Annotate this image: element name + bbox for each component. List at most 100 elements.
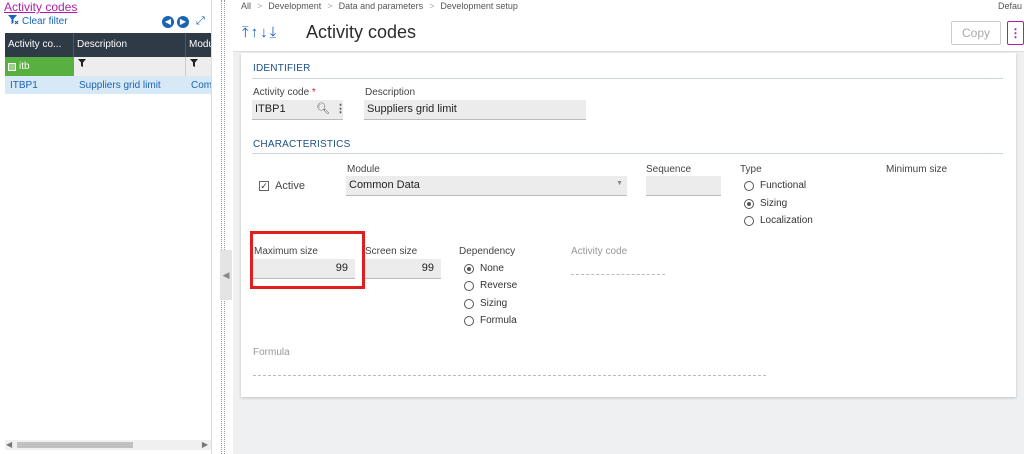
checkbox-checked-icon: ✓ (259, 181, 269, 191)
dependency-radio-reverse[interactable]: Reverse (464, 280, 517, 291)
more-actions-icon[interactable]: ⋮ (1007, 21, 1024, 45)
radio-label: Formula (480, 315, 517, 326)
activity-code-label: Activity code * (253, 87, 316, 98)
previous-record-icon[interactable]: ↑ (251, 24, 261, 41)
field-menu-icon[interactable]: ⋮ (335, 102, 346, 115)
dependency-radio-none[interactable]: None (464, 263, 504, 274)
type-label: Type (740, 164, 762, 175)
radio-label: Reverse (480, 280, 518, 291)
filter-activity-code-value: itb (19, 61, 30, 72)
filter-row: itb (5, 57, 211, 76)
next-icon[interactable]: ▶ (177, 15, 189, 28)
table-row[interactable]: ITBP1 Suppliers grid limit Com (5, 76, 211, 94)
radio-icon (744, 215, 754, 226)
filter-module[interactable] (186, 57, 211, 76)
maximum-size-label: Maximum size (254, 246, 318, 257)
last-record-icon[interactable]: ⤓ (270, 24, 279, 41)
breadcrumb-data-parameters[interactable]: Data and parameters (339, 1, 424, 11)
filter-active-icon (8, 62, 16, 71)
filter-icon (190, 59, 198, 67)
filter-description[interactable] (74, 57, 186, 76)
screen-size-field[interactable]: 99 (365, 259, 441, 279)
filter-icon (78, 59, 86, 67)
record-navigation: ⤒↑↓⤓ (242, 24, 278, 41)
scroll-right-icon[interactable]: ▶ (202, 440, 208, 449)
active-label: Active (275, 180, 305, 192)
breadcrumb-all[interactable]: All (241, 1, 251, 11)
dependency-activity-code-field (571, 274, 665, 275)
activity-code-field[interactable]: ITBP1 🔍︎ ⋮ (252, 100, 346, 120)
section-characteristics: CHARACTERISTICS (253, 139, 351, 150)
section-divider (252, 78, 1003, 79)
active-checkbox[interactable]: ✓ Active (259, 180, 305, 192)
next-record-icon[interactable]: ↓ (260, 24, 270, 41)
clear-filter-button[interactable]: Clear filter (8, 15, 68, 28)
dependency-radio-formula[interactable]: Formula (464, 315, 517, 326)
chevron-down-icon: ▼ (616, 180, 623, 187)
main-area: All > Development > Data and parameters … (233, 0, 1024, 454)
screen-size-label: Screen size (365, 246, 418, 257)
radio-icon (464, 298, 474, 309)
default-folder-label[interactable]: Defau (998, 1, 1022, 11)
radio-icon (464, 315, 474, 326)
expand-icon[interactable]: ⤢ (196, 15, 205, 28)
radio-label: Localization (760, 215, 813, 226)
left-panel-title[interactable]: Activity codes (4, 0, 77, 14)
type-radio-functional[interactable]: Functional (744, 180, 806, 191)
breadcrumb-development[interactable]: Development (268, 1, 321, 11)
cell-activity-code[interactable]: ITBP1 (5, 76, 74, 94)
cell-module[interactable]: Com (186, 76, 211, 94)
column-description[interactable]: Description (74, 33, 186, 57)
copy-button[interactable]: Copy (951, 21, 1001, 45)
radio-selected-icon (744, 198, 754, 209)
filter-clear-icon (8, 15, 19, 28)
radio-icon (464, 280, 474, 291)
clear-filter-label: Clear filter (22, 16, 68, 27)
radio-selected-icon (464, 263, 474, 274)
column-module[interactable]: Modu (186, 33, 211, 57)
minimum-size-label: Minimum size (886, 164, 948, 175)
breadcrumb-separator-icon: > (257, 1, 263, 11)
maximum-size-field[interactable]: 99 (253, 259, 355, 279)
collapse-panel-icon[interactable]: ◀ (220, 250, 232, 300)
section-identifier: IDENTIFIER (253, 63, 311, 74)
search-icon[interactable]: 🔍︎ (316, 102, 330, 115)
previous-icon[interactable]: ◀ (162, 15, 174, 28)
first-record-icon[interactable]: ⤒ (242, 24, 251, 41)
header-bar: All > Development > Data and parameters … (233, 0, 1024, 52)
form-card: IDENTIFIER Activity code * ITBP1 🔍︎ ⋮ De… (241, 53, 1016, 397)
splitter-dots (221, 0, 225, 454)
dependency-activity-code-label: Activity code (571, 246, 628, 257)
column-activity-code[interactable]: Activity co... (5, 33, 74, 57)
scrollbar-thumb[interactable] (17, 442, 133, 448)
left-grid: Activity co... Description Modu itb ITBP… (5, 33, 211, 94)
module-select[interactable]: Common Data ▼ (346, 176, 627, 196)
main-bottom-area (233, 440, 1024, 454)
radio-label: Sizing (480, 298, 508, 309)
sequence-field[interactable] (646, 176, 721, 196)
dependency-radio-sizing[interactable]: Sizing (464, 298, 507, 309)
description-field[interactable]: Suppliers grid limit (364, 100, 586, 120)
type-radio-sizing[interactable]: Sizing (744, 198, 787, 209)
section-divider (252, 153, 1003, 154)
filter-activity-code[interactable]: itb (5, 57, 74, 76)
breadcrumb-separator-icon: > (327, 1, 333, 11)
radio-icon (744, 180, 754, 191)
nav-icons: ◀ ▶ ⤢ (162, 15, 205, 28)
breadcrumb-development-setup[interactable]: Development setup (440, 1, 518, 11)
cell-description[interactable]: Suppliers grid limit (74, 76, 186, 94)
formula-field (253, 375, 766, 376)
module-label: Module (347, 164, 380, 175)
radio-label: None (480, 263, 504, 274)
activity-code-value: ITBP1 (255, 103, 286, 115)
formula-label: Formula (253, 347, 290, 358)
description-label: Description (365, 87, 416, 98)
required-icon: * (311, 87, 316, 98)
breadcrumb-separator-icon: > (429, 1, 435, 11)
type-radio-localization[interactable]: Localization (744, 215, 813, 226)
panel-splitter[interactable]: ◀ (213, 0, 233, 454)
scroll-left-icon[interactable]: ◀ (6, 440, 12, 449)
grid-header: Activity co... Description Modu (5, 33, 211, 57)
horizontal-scrollbar[interactable]: ◀ ▶ (5, 440, 211, 450)
radio-label: Functional (760, 180, 807, 191)
